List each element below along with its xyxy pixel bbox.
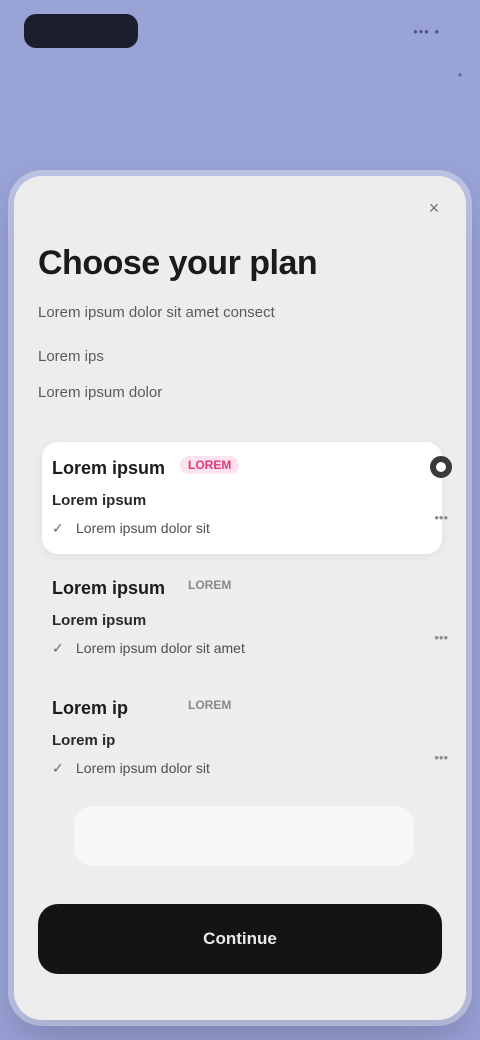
continue-button[interactable]: Continue	[38, 904, 442, 974]
plan-feature-text: Lorem ipsum dolor sit	[76, 520, 210, 536]
faded-panel	[74, 806, 414, 866]
plan-option-2[interactable]: Lorem ipsum LOREM Lorem ipsum ✓ Lorem ips…	[42, 562, 448, 674]
plan-price: Lorem ip	[52, 732, 116, 749]
plan-option-3[interactable]: Lorem ip LOREM Lorem ip ✓ Lorem ipsum dol…	[42, 682, 448, 794]
plan-feature: ✓ Lorem ipsum dolor sit	[52, 760, 210, 777]
plan-name: Lorem ipsum	[52, 458, 166, 478]
plan-side-text: •••	[434, 630, 448, 645]
sheet-link[interactable]: Lorem ipsum dolor	[38, 384, 162, 401]
close-icon[interactable]: ×	[420, 194, 448, 222]
plan-badge: LOREM	[180, 456, 240, 474]
corner-mark: •	[457, 68, 462, 82]
plan-name: Lorem ip	[52, 698, 129, 718]
plan-price: Lorem ipsum	[52, 492, 147, 509]
status-indicators: ••• •	[413, 24, 440, 39]
sheet-note: Lorem ips	[38, 348, 104, 365]
page-title: Choose your plan	[38, 244, 318, 282]
plan-feature: ✓ Lorem ipsum dolor sit	[52, 520, 210, 537]
check-icon: ✓	[52, 640, 64, 656]
check-icon: ✓	[52, 520, 64, 536]
plan-list: Lorem ipsum LOREM Lorem ipsum ✓ Lorem ips…	[42, 442, 452, 802]
check-icon: ✓	[52, 760, 64, 776]
plan-radio[interactable]	[430, 456, 452, 478]
plan-feature: ✓ Lorem ipsum dolor sit amet	[52, 640, 245, 657]
plan-name: Lorem ipsum	[52, 578, 166, 598]
plan-option-1[interactable]: Lorem ipsum LOREM Lorem ipsum ✓ Lorem ips…	[42, 442, 452, 554]
plan-badge: LOREM	[180, 576, 240, 594]
status-bar: ••• • •	[0, 0, 480, 82]
plan-side-text: •••	[434, 510, 448, 525]
plan-price: Lorem ipsum	[52, 612, 147, 629]
sheet-subtitle: Lorem ipsum dolor sit amet consect	[38, 304, 275, 321]
plan-feature-text: Lorem ipsum dolor sit	[76, 760, 210, 776]
plan-badge: LOREM	[180, 696, 240, 714]
plan-sheet: × Choose your plan Lorem ipsum dolor sit…	[14, 176, 466, 1020]
plan-side-text: •••	[434, 750, 448, 765]
app-logo	[24, 14, 138, 48]
plan-feature-text: Lorem ipsum dolor sit amet	[76, 640, 245, 656]
